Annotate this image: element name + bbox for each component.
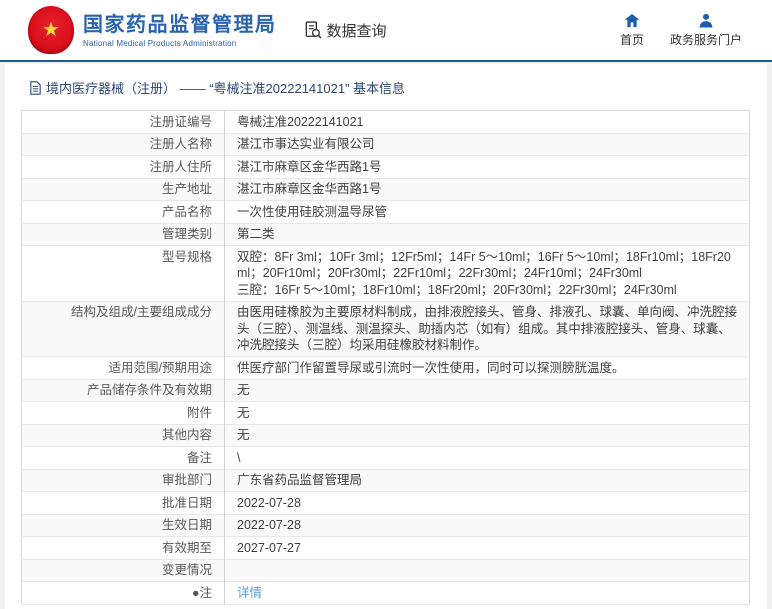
row-label: 审批部门 bbox=[21, 469, 225, 492]
row-value: 广东省药品监督管理局 bbox=[237, 473, 363, 487]
row-label: ●注 bbox=[21, 581, 225, 604]
table-row: 注册证编号 粤械注准20222141021 bbox=[21, 110, 750, 133]
table-row: 产品储存条件及有效期无 bbox=[21, 379, 750, 402]
row-value: 2027-07-27 bbox=[237, 540, 301, 555]
row-label: 适用范围/预期用途 bbox=[21, 356, 225, 379]
table-row: 注册人名称 湛江市事达实业有限公司 bbox=[21, 133, 750, 156]
row-value bbox=[225, 559, 750, 582]
table-row: 注册人住所 湛江市麻章区金华西路1号 bbox=[21, 155, 750, 178]
detail-link[interactable]: 详情 bbox=[237, 586, 262, 600]
registration-info-table: 注册证编号 粤械注准20222141021 注册人名称 湛江市事达实业有限公司 注册人住… bbox=[21, 110, 750, 605]
table-row: 管理类别 第二类 bbox=[21, 223, 750, 246]
table-row: 批准日期 2022-07-28 bbox=[21, 491, 750, 514]
table-row: 审批部门 广东省药品监督管理局 bbox=[21, 469, 750, 492]
table-row: 变更情况 bbox=[21, 559, 750, 582]
row-value: 无 bbox=[237, 383, 250, 397]
nav-gov-portal-label: 政务服务门户 bbox=[669, 32, 742, 47]
row-value: 由医用硅橡胶为主要原材料制成，由排液腔接头、管身、排液孔、球囊、单向阀、冲洗腔接… bbox=[237, 305, 738, 352]
row-label: 注册人住所 bbox=[21, 155, 225, 178]
document-search-icon bbox=[305, 21, 321, 39]
home-icon bbox=[624, 13, 640, 27]
row-label: 型号规格 bbox=[21, 245, 225, 301]
row-value: 供医疗部门作留置导尿或引流时一次性使用，同时可以探测膀胱温度。 bbox=[237, 360, 625, 375]
row-label: 批准日期 bbox=[21, 491, 225, 514]
row-value: 2022-07-28 bbox=[237, 518, 301, 532]
breadcrumb-text: 境内医疗器械（注册） —— “粤械注准20222141021” 基本信息 bbox=[46, 81, 406, 96]
nav-gov-portal[interactable]: 政务服务门户 bbox=[670, 13, 742, 48]
row-label: 注册人名称 bbox=[21, 133, 225, 156]
row-value: 双腔：8Fr 3ml；10Fr 3ml；12Fr5ml；14Fr 5～10ml；… bbox=[237, 249, 731, 297]
site-header: ★ 国家药品监督管理局 National Medical Products Ad… bbox=[0, 0, 772, 62]
emblem-star-icon: ★ bbox=[42, 19, 60, 41]
data-query-tab[interactable]: 数据查询 bbox=[303, 20, 387, 41]
row-label: 有效期至 bbox=[21, 536, 225, 559]
table-row: 产品名称 一次性使用硅胶测温导尿管 bbox=[21, 200, 750, 223]
table-row: 生产地址 湛江市麻章区金华西路1号 bbox=[21, 178, 750, 201]
row-label: 生效日期 bbox=[21, 514, 225, 537]
table-row: 备注 \ bbox=[21, 446, 750, 469]
row-value: 湛江市麻章区金华西路1号 bbox=[237, 182, 382, 196]
row-value: 第二类 bbox=[237, 227, 275, 241]
row-label: 备注 bbox=[21, 446, 225, 469]
national-emblem-logo: ★ bbox=[28, 6, 74, 54]
row-value: 详情 bbox=[225, 582, 750, 605]
document-icon bbox=[30, 80, 41, 95]
table-row: 附件无 bbox=[21, 401, 750, 424]
agency-name-cn: 国家药品监督管理局 bbox=[83, 13, 277, 36]
person-icon bbox=[699, 13, 713, 27]
row-value: 粤械注准20222141021 bbox=[237, 114, 364, 129]
agency-name-en: National Medical Products Administration bbox=[83, 38, 237, 48]
row-value: 无 bbox=[237, 428, 250, 442]
row-label: 结构及组成/主要组成成分 bbox=[21, 301, 225, 357]
table-row: 型号规格 双腔：8Fr 3ml；10Fr 3ml；12Fr5ml；14Fr 5～1… bbox=[21, 245, 750, 301]
nav-home-label: 首页 bbox=[619, 32, 644, 47]
top-nav: 首页 政务服务门户 bbox=[620, 13, 742, 48]
row-value: 无 bbox=[237, 405, 250, 420]
data-query-label: 数据查询 bbox=[326, 22, 387, 40]
row-label: 变更情况 bbox=[21, 559, 225, 582]
content-panel: 境内医疗器械（注册） —— “粤械注准20222141021” 基本信息 注册证… bbox=[5, 64, 767, 609]
table-row: 生效日期 2022-07-28 bbox=[21, 514, 750, 537]
row-value: 2022-07-28 bbox=[237, 495, 301, 510]
row-value: \ bbox=[237, 450, 241, 465]
agency-title-block: 国家药品监督管理局 National Medical Products Admi… bbox=[83, 13, 277, 48]
row-value: 湛江市麻章区金华西路1号 bbox=[237, 159, 382, 174]
row-label: 产品名称 bbox=[21, 200, 225, 223]
row-label: 管理类别 bbox=[21, 223, 225, 246]
table-row: 有效期至 2027-07-27 bbox=[21, 536, 750, 559]
row-label: 其他内容 bbox=[21, 424, 225, 447]
table-row: 适用范围/预期用途 供医疗部门作留置导尿或引流时一次性使用，同时可以探测膀胱温度。 bbox=[21, 356, 750, 379]
row-label: 注册证编号 bbox=[21, 110, 225, 133]
table-row: ●注 详情 bbox=[21, 581, 750, 605]
row-label: 产品储存条件及有效期 bbox=[21, 379, 225, 402]
breadcrumb: 境内医疗器械（注册） —— “粤械注准20222141021” 基本信息 bbox=[29, 78, 751, 97]
table-row: 结构及组成/主要组成成分 由医用硅橡胶为主要原材料制成，由排液腔接头、管身、排液孔… bbox=[21, 301, 750, 357]
table-row: 其他内容无 bbox=[21, 424, 750, 447]
row-label: 附件 bbox=[21, 401, 225, 424]
nav-home[interactable]: 首页 bbox=[620, 13, 644, 48]
row-value: 一次性使用硅胶测温导尿管 bbox=[237, 204, 388, 219]
row-label: 生产地址 bbox=[21, 178, 225, 201]
row-value: 湛江市事达实业有限公司 bbox=[237, 137, 375, 151]
